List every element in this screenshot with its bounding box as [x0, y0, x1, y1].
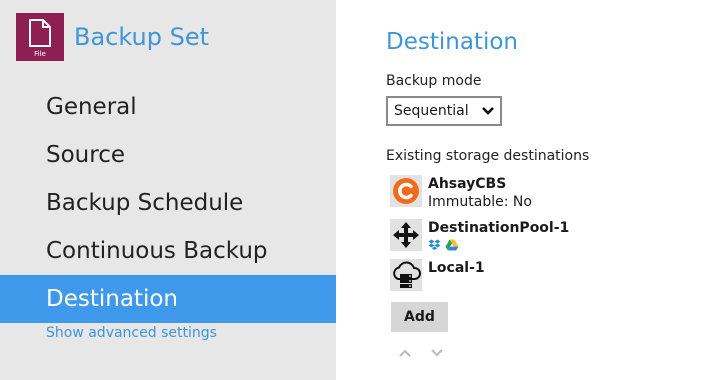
- sidebar-item-label: Backup Schedule: [46, 190, 244, 216]
- backup-mode-select[interactable]: Sequential: [386, 96, 502, 126]
- add-destination-button[interactable]: Add: [391, 302, 448, 332]
- destination-item-pool[interactable]: DestinationPool-1: [390, 219, 569, 251]
- destination-item-local[interactable]: Local-1: [390, 259, 485, 291]
- file-backup-set-icon: File: [16, 13, 64, 61]
- sidebar-item-source[interactable]: Source: [0, 131, 336, 179]
- move-down-arrow-icon[interactable]: [430, 348, 444, 358]
- ahsay-c-icon: [390, 175, 422, 207]
- sidebar-item-label: Continuous Backup: [46, 238, 268, 264]
- sidebar-item-continuous-backup[interactable]: Continuous Backup: [0, 227, 336, 275]
- dropbox-icon: [428, 239, 441, 250]
- show-advanced-settings-link[interactable]: Show advanced settings: [46, 325, 217, 341]
- destination-immutable-status: Immutable: No: [428, 194, 532, 210]
- brand: File Backup Set: [16, 13, 209, 61]
- backup-mode-label: Backup mode: [386, 73, 482, 89]
- sidebar-item-general[interactable]: General: [0, 83, 336, 131]
- page-title: Destination: [386, 29, 518, 55]
- backup-mode-value: Sequential: [394, 103, 469, 119]
- sidebar-item-destination[interactable]: Destination: [0, 275, 336, 323]
- sidebar: File Backup Set General Source Backup Sc…: [0, 0, 336, 380]
- sidebar-item-label: Source: [46, 142, 125, 168]
- storage-destinations-label: Existing storage destinations: [386, 148, 590, 164]
- chevron-down-icon: [482, 107, 494, 115]
- destination-item-ahsaycbs[interactable]: AhsayCBS Immutable: No: [390, 175, 532, 211]
- local-cloud-drive-icon: [390, 259, 422, 291]
- google-drive-icon: [445, 239, 459, 251]
- destination-name: AhsayCBS: [428, 176, 507, 192]
- move-arrows-icon: [390, 219, 422, 251]
- sidebar-item-backup-schedule[interactable]: Backup Schedule: [0, 179, 336, 227]
- sidebar-item-label: General: [46, 94, 137, 120]
- move-up-arrow-icon[interactable]: [398, 348, 412, 358]
- icon-label: File: [34, 50, 46, 58]
- main-panel: Destination Backup mode Sequential Exist…: [336, 0, 720, 380]
- destination-name: DestinationPool-1: [428, 220, 570, 236]
- destination-name: Local-1: [428, 260, 485, 276]
- app-title: Backup Set: [74, 23, 210, 51]
- sidebar-item-label: Destination: [46, 286, 178, 312]
